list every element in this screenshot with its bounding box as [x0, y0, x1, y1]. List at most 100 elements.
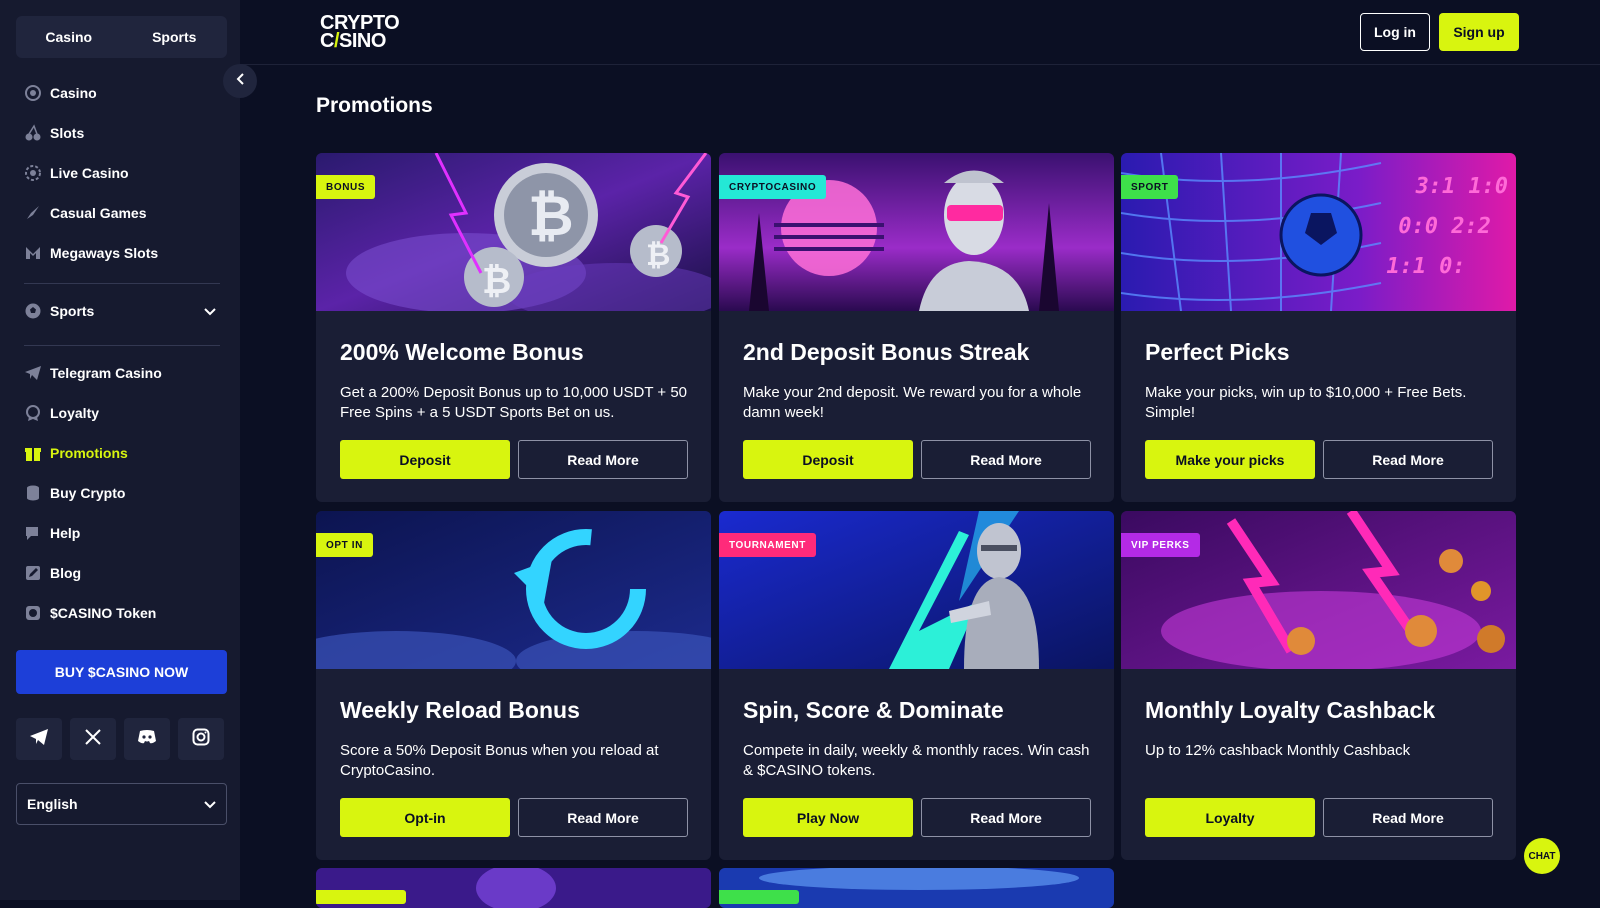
svg-text:₿: ₿	[528, 184, 574, 249]
opt-in-button[interactable]: Opt-in	[340, 798, 510, 837]
discord-social-button[interactable]	[124, 718, 170, 760]
discord-icon	[137, 729, 157, 750]
sidebar-item-sports[interactable]: Sports	[24, 296, 220, 326]
megaways-icon	[24, 244, 42, 262]
sidebar-collapse-button[interactable]	[223, 64, 257, 98]
sidebar-item-label: Loyalty	[50, 405, 100, 421]
live-chip-icon	[24, 164, 42, 182]
promo-card-perfect-picks: 3:1 1:0 0:0 2:2 1:1 0: SPORT Perfect Pic…	[1121, 153, 1516, 502]
sidebar-item-label: Blog	[50, 565, 82, 581]
tab-sports[interactable]: Sports	[122, 16, 228, 58]
language-select[interactable]: English	[16, 783, 227, 825]
read-more-button[interactable]: Read More	[518, 798, 688, 837]
promo-description: Score a 50% Deposit Bonus when you reloa…	[340, 742, 659, 779]
top-header: CRYPTO C/SINO Log in Sign up	[240, 0, 1600, 65]
promo-title: 2nd Deposit Bonus Streak	[743, 339, 1030, 365]
sidebar-item-label: Slots	[50, 125, 85, 141]
sidebar-item-label: Telegram Casino	[50, 365, 162, 381]
sidebar-item-casino[interactable]: Casino	[24, 78, 220, 108]
sidebar-item-slots[interactable]: Slots	[24, 118, 220, 148]
promo-description: Make your 2nd deposit. We reward you for…	[743, 384, 1082, 421]
telegram-social-button[interactable]	[16, 718, 62, 760]
sidebar-item-help[interactable]: Help	[24, 518, 220, 548]
svg-text:3:1 1:0: 3:1 1:0	[1413, 173, 1510, 199]
sidebar-item-label: Help	[50, 525, 81, 541]
buy-casino-button[interactable]: BUY $CASINO NOW	[16, 650, 227, 694]
promo-card-tournament: TOURNAMENT Spin, Score & Dominate Compet…	[719, 511, 1114, 860]
promo-tag: SPORT	[1121, 175, 1179, 199]
read-more-button[interactable]: Read More	[921, 798, 1091, 837]
promo-title: Perfect Picks	[1145, 339, 1290, 365]
sidebar-item-loyalty[interactable]: Loyalty	[24, 398, 220, 428]
signup-button[interactable]: Sign up	[1439, 13, 1519, 51]
deposit-button[interactable]: Deposit	[743, 440, 913, 479]
sidebar-item-telegram-casino[interactable]: Telegram Casino	[24, 358, 220, 388]
promo-tag: TOURNAMENT	[719, 533, 816, 557]
chevron-down-icon	[204, 796, 216, 812]
promo-description: Compete in daily, weekly & monthly races…	[743, 742, 1090, 779]
x-social-button[interactable]	[70, 718, 116, 760]
sidebar-item-buy-crypto[interactable]: Buy Crypto	[24, 478, 220, 508]
sidebar-item-live-casino[interactable]: Live Casino	[24, 158, 220, 188]
chevron-left-icon	[236, 72, 244, 90]
chat-button[interactable]: CHAT	[1524, 838, 1560, 874]
tab-casino[interactable]: Casino	[16, 16, 122, 58]
sidebar-item-label: Sports	[50, 303, 95, 319]
make-your-picks-button[interactable]: Make your picks	[1145, 440, 1315, 479]
pencil-icon	[24, 564, 42, 582]
sidebar-item-promotions[interactable]: Promotions	[24, 438, 220, 468]
sidebar-item-megaways-slots[interactable]: Megaways Slots	[24, 238, 220, 268]
promo-description: Get a 200% Deposit Bonus up to 10,000 US…	[340, 384, 688, 421]
instagram-social-button[interactable]	[178, 718, 224, 760]
x-icon	[84, 728, 102, 751]
read-more-button[interactable]: Read More	[1323, 440, 1493, 479]
promo-tag: VIP PERKS	[1121, 533, 1200, 557]
sidebar-item-label: Buy Crypto	[50, 485, 126, 501]
promo-card-2nd-deposit: CRYPTOCASINO 2nd Deposit Bonus Streak Ma…	[719, 153, 1114, 502]
loyalty-button[interactable]: Loyalty	[1145, 798, 1315, 837]
cherry-icon	[24, 124, 42, 142]
promo-card-loyalty-cashback: VIP PERKS Monthly Loyalty Cashback Up to…	[1121, 511, 1516, 860]
promo-tag: OPT IN	[316, 533, 373, 557]
promo-title: Spin, Score & Dominate	[743, 697, 1004, 723]
rocket-icon	[24, 204, 42, 222]
logo-line-2: C/SINO	[320, 30, 386, 52]
promo-card-partial	[316, 868, 711, 908]
read-more-button[interactable]: Read More	[921, 440, 1091, 479]
chevron-down-icon[interactable]	[204, 303, 216, 319]
svg-text:₿: ₿	[646, 238, 670, 273]
language-value: English	[27, 796, 78, 812]
promo-card-partial	[719, 868, 1114, 908]
casino-chip-icon	[24, 84, 42, 102]
promo-image	[316, 511, 711, 669]
play-now-button[interactable]: Play Now	[743, 798, 913, 837]
help-icon	[24, 524, 42, 542]
sidebar-item-blog[interactable]: Blog	[24, 558, 220, 588]
svg-text:0:0 2:2: 0:0 2:2	[1396, 213, 1493, 239]
promo-card-welcome-bonus: ₿ ₿ ₿ BONUS 200% Welcome Bonus Get a 200…	[316, 153, 711, 502]
read-more-button[interactable]: Read More	[518, 440, 688, 479]
sidebar-item-label: $CASINO Token	[50, 605, 157, 621]
gift-icon	[24, 444, 42, 462]
promo-description: Make your picks, win up to $10,000 + Fre…	[1145, 384, 1467, 421]
promo-image: 3:1 1:0 0:0 2:2 1:1 0:	[1121, 153, 1516, 311]
telegram-icon	[24, 364, 42, 382]
deposit-button[interactable]: Deposit	[340, 440, 510, 479]
sidebar-item-casual-games[interactable]: Casual Games	[24, 198, 220, 228]
sidebar-item-casino-token[interactable]: $CASINO Token	[24, 598, 220, 628]
promo-description: Up to 12% cashback Monthly Cashback	[1145, 742, 1411, 759]
sidebar-item-label: Casual Games	[50, 205, 147, 221]
promo-image: ₿ ₿ ₿	[316, 153, 711, 311]
promo-tag	[719, 890, 799, 904]
read-more-button[interactable]: Read More	[1323, 798, 1493, 837]
sidebar-item-label: Casino	[50, 85, 97, 101]
crypto-casino-logo[interactable]: CRYPTO C/SINO	[320, 13, 408, 52]
soccer-ball-icon	[24, 302, 42, 320]
page-title: Promotions	[316, 94, 433, 117]
instagram-icon	[192, 728, 210, 751]
sidebar-item-label: Promotions	[50, 445, 128, 461]
sidebar-item-label: Live Casino	[50, 165, 129, 181]
promo-tag: CRYPTOCASINO	[719, 175, 827, 199]
sidebar: Casino Sports Casino Slots Live Casino C…	[0, 0, 240, 900]
login-button[interactable]: Log in	[1360, 13, 1430, 51]
